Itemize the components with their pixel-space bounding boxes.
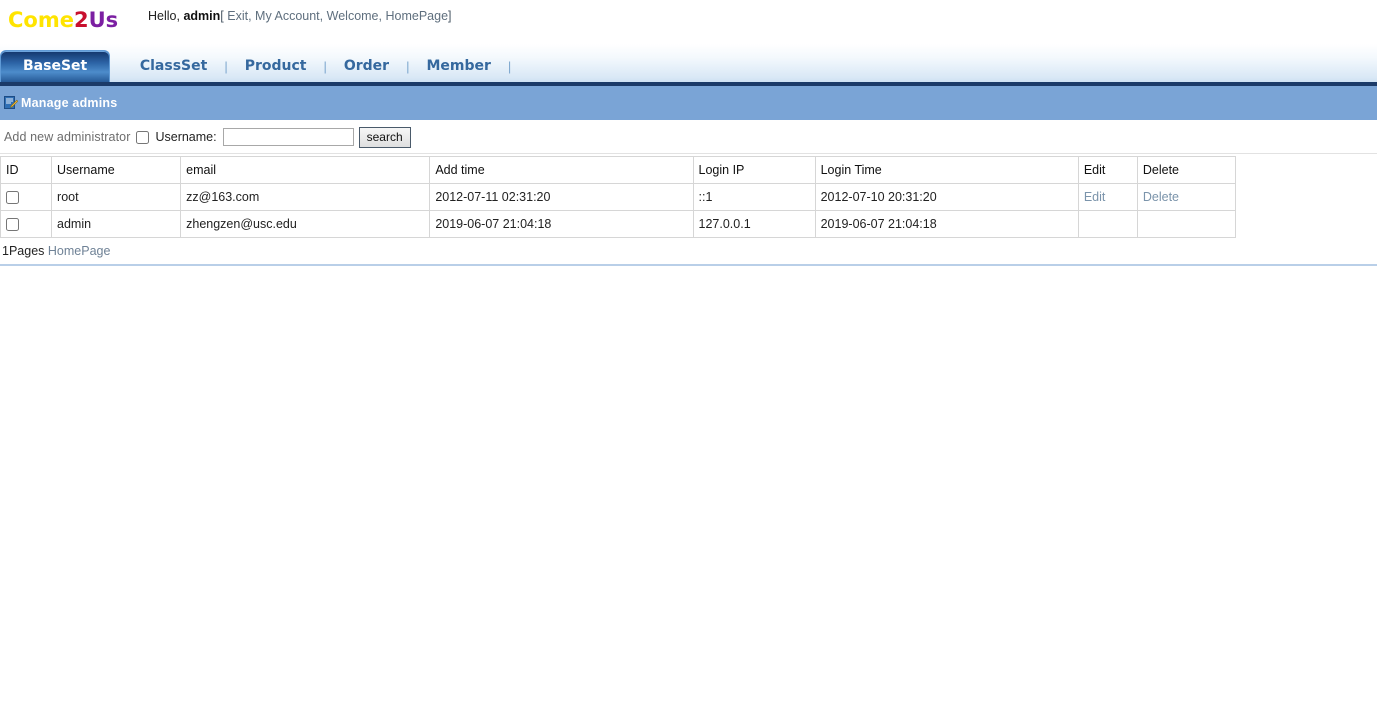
column-header-delete: Delete xyxy=(1136,156,1237,184)
tab-separator-0 xyxy=(110,59,132,82)
admin-toolbar: Add new administrator Username: search xyxy=(0,121,1377,154)
admins-table: ID Username email Add time Login IP Logi… xyxy=(0,156,1237,238)
welcome-link[interactable]: Welcome xyxy=(327,9,379,23)
tab-separator-1: | xyxy=(224,59,228,74)
logo-part-come: Come xyxy=(8,8,74,32)
row-select-cell xyxy=(0,183,53,211)
cell-add-time: 2019-06-07 21:04:18 xyxy=(429,210,694,238)
cell-login-ip: ::1 xyxy=(692,183,816,211)
homepage-link[interactable]: HomePage xyxy=(385,9,448,23)
page-header: Come2Us Hello, admin[ Exit, My Account, … xyxy=(0,0,1377,44)
cell-email: zhengzen@usc.edu xyxy=(180,210,431,238)
cell-edit: Edit xyxy=(1077,183,1138,211)
column-header-username: Username xyxy=(51,156,182,184)
my-account-link[interactable]: My Account xyxy=(255,9,320,23)
link-separator-1: , xyxy=(248,9,252,23)
tab-separator-3: | xyxy=(406,59,410,74)
link-separator-2: , xyxy=(319,9,324,23)
cell-delete: Delete xyxy=(1136,183,1237,211)
tab-product[interactable]: Product xyxy=(237,58,315,82)
column-header-edit: Edit xyxy=(1077,156,1138,184)
tab-baseset[interactable]: BaseSet xyxy=(0,50,111,82)
row-select-checkbox[interactable] xyxy=(6,218,19,232)
nav-tab-list: BaseSet ClassSet | Product | Order | Mem… xyxy=(0,48,520,82)
edit-link[interactable]: Edit xyxy=(1084,190,1106,204)
exit-link[interactable]: Exit xyxy=(227,9,248,23)
cell-delete xyxy=(1136,210,1237,238)
pager-homepage-link[interactable]: HomePage xyxy=(48,244,111,258)
current-username: admin xyxy=(183,9,221,23)
cell-add-time: 2012-07-11 02:31:20 xyxy=(429,183,694,211)
admins-table-container: ID Username email Add time Login IP Logi… xyxy=(0,154,1377,238)
table-row: admin zhengzen@usc.edu 2019-06-07 21:04:… xyxy=(0,210,1237,238)
delete-link[interactable]: Delete xyxy=(1143,190,1179,204)
section-header-bar: Manage admins xyxy=(0,86,1377,121)
logo-part-us: Us xyxy=(88,8,119,32)
column-header-login-ip: Login IP xyxy=(692,156,816,184)
cell-username: admin xyxy=(51,210,182,238)
page-count-text: 1Pages xyxy=(2,244,45,258)
pagination-bar: 1Pages HomePage xyxy=(0,238,1377,266)
welcome-bar: Hello, admin[ Exit, My Account, Welcome,… xyxy=(148,9,452,23)
cell-edit xyxy=(1077,210,1138,238)
greeting-text: Hello, xyxy=(148,9,180,23)
tab-member[interactable]: Member xyxy=(418,58,498,82)
tab-order[interactable]: Order xyxy=(336,58,397,82)
tab-separator-2: | xyxy=(323,59,327,74)
tab-separator-4: | xyxy=(507,59,512,74)
column-header-id: ID xyxy=(0,156,53,184)
table-row: root zz@163.com 2012-07-11 02:31:20 ::1 … xyxy=(0,183,1237,211)
add-new-administrator-link[interactable]: Add new administrator xyxy=(4,130,130,144)
logo-part-two: 2 xyxy=(73,8,89,32)
cell-username: root xyxy=(51,183,182,211)
tab-classset[interactable]: ClassSet xyxy=(132,58,215,82)
search-button[interactable]: search xyxy=(358,126,411,148)
username-filter-label: Username: xyxy=(155,130,217,144)
main-navigation: BaseSet ClassSet | Product | Order | Mem… xyxy=(0,44,1377,86)
site-logo: Come2Us xyxy=(8,8,118,32)
username-search-input[interactable] xyxy=(222,128,354,146)
cell-login-ip: 127.0.0.1 xyxy=(692,210,816,238)
column-header-email: email xyxy=(180,156,431,184)
table-body: root zz@163.com 2012-07-11 02:31:20 ::1 … xyxy=(0,183,1237,238)
link-separator-3: , xyxy=(378,9,382,23)
column-header-login-time: Login Time xyxy=(814,156,1079,184)
table-header-row: ID Username email Add time Login IP Logi… xyxy=(0,156,1237,184)
bracket-close: ] xyxy=(448,9,452,23)
column-header-add-time: Add time xyxy=(429,156,694,184)
cell-login-time: 2019-06-07 21:04:18 xyxy=(814,210,1079,238)
document-edit-icon xyxy=(4,96,19,110)
section-title: Manage admins xyxy=(21,96,118,110)
row-select-checkbox[interactable] xyxy=(6,191,19,205)
cell-email: zz@163.com xyxy=(180,183,431,211)
bracket-open: [ xyxy=(220,9,224,23)
table-header: ID Username email Add time Login IP Logi… xyxy=(0,156,1237,184)
row-select-cell xyxy=(0,210,53,238)
cell-login-time: 2012-07-10 20:31:20 xyxy=(814,183,1079,211)
toolbar-select-all-checkbox[interactable] xyxy=(136,130,150,144)
